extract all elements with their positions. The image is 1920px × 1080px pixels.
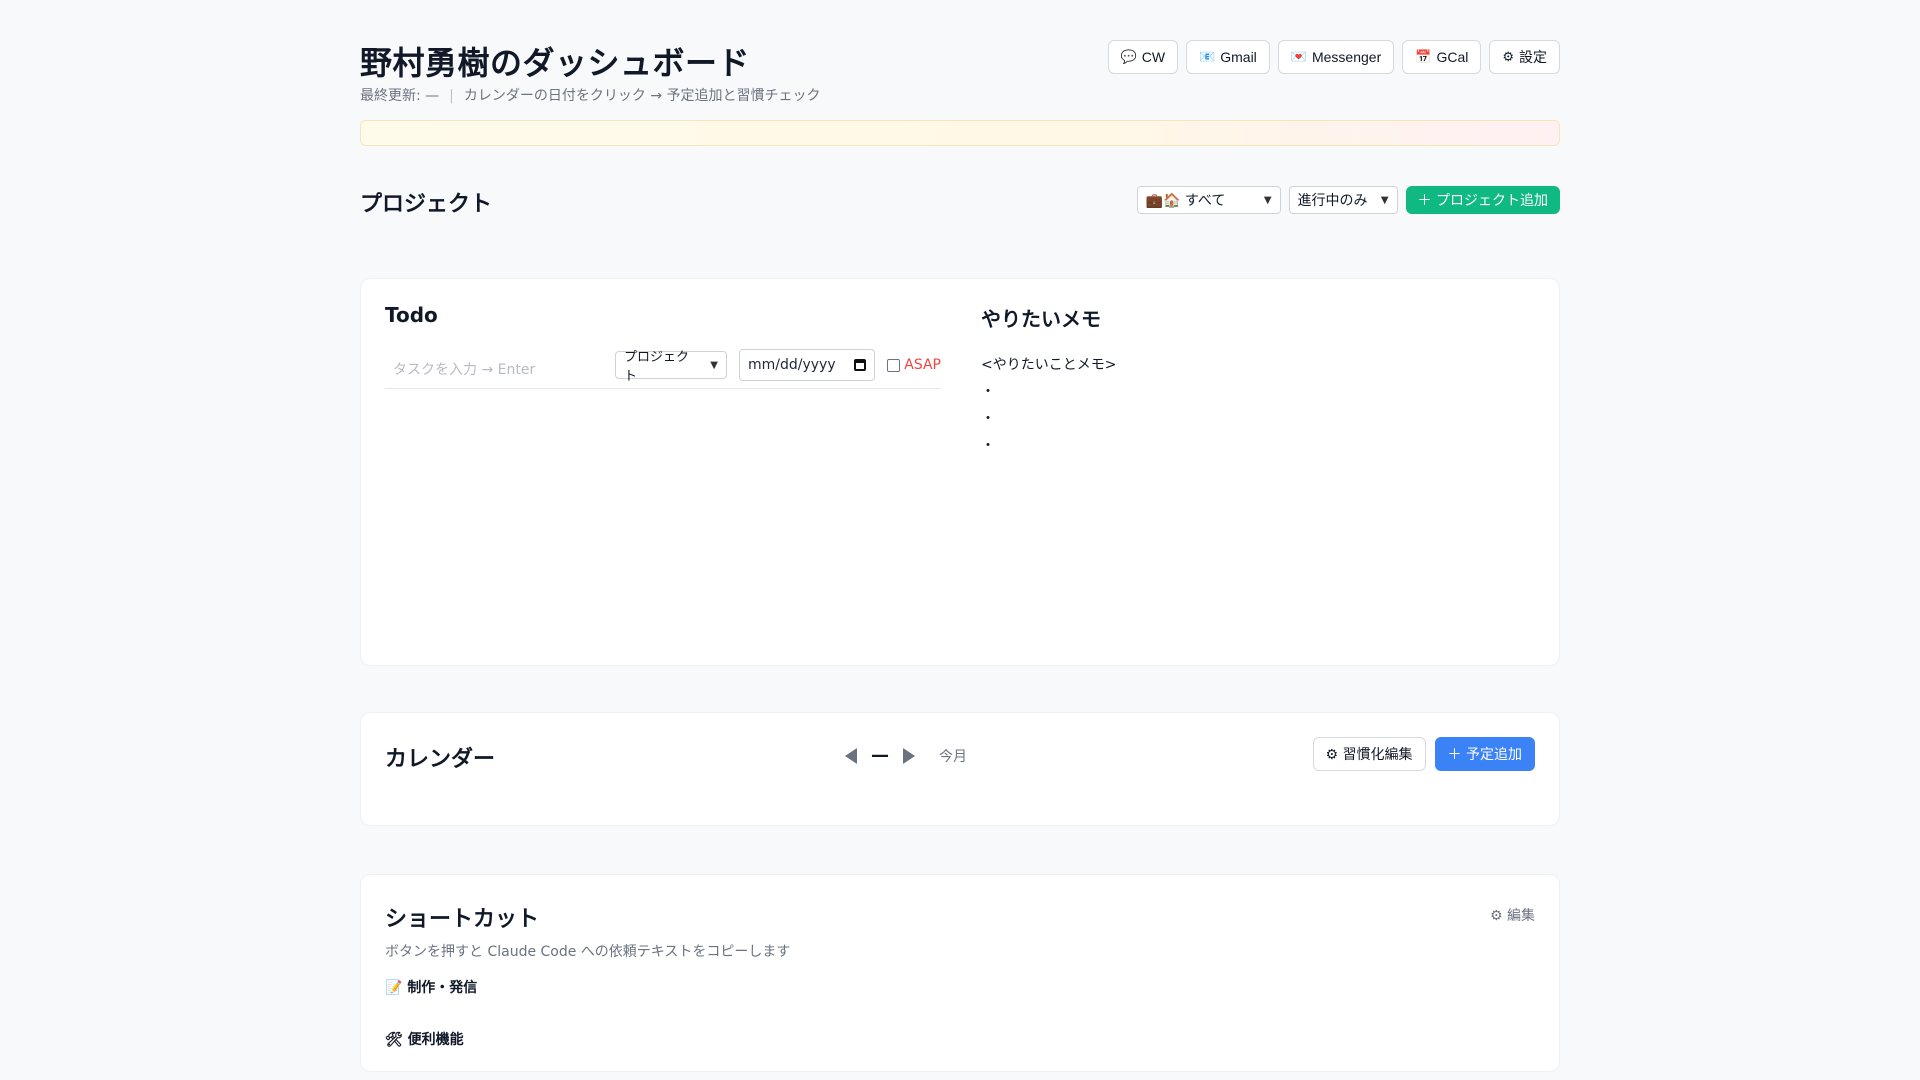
tools-icon: 🛠 xyxy=(385,1032,403,1048)
project-controls: 💼🏠 すべて ▼ 進行中のみ ▼ ＋ プロジェクト追加 xyxy=(1136,186,1560,214)
calendar-card: カレンダー — 今月 ⚙ 習慣化編集 ＋ 予定追加 xyxy=(360,712,1560,826)
messenger-label: Messenger xyxy=(1311,49,1382,65)
habit-edit-button[interactable]: ⚙ 習慣化編集 xyxy=(1312,737,1426,771)
settings-button[interactable]: ⚙ 設定 xyxy=(1489,40,1560,74)
calendar-icon: 📅 xyxy=(1415,49,1432,64)
month-label: — xyxy=(871,745,889,766)
todo-title: Todo xyxy=(385,303,438,327)
gmail-label: Gmail xyxy=(1220,49,1257,65)
memo-section: やりたいメモ <やりたいことメモ> ・ ・ ・ xyxy=(981,303,1537,460)
projects-title: プロジェクト xyxy=(360,192,493,217)
cw-label: CW xyxy=(1141,49,1166,65)
chevron-down-icon: ▼ xyxy=(1380,194,1389,206)
status-filter-value: 進行中のみ xyxy=(1297,193,1368,209)
dashboard: 野村勇樹のダッシュボード 最終更新: — | カレンダーの日付をクリック → 予定追… xyxy=(360,0,1560,1072)
calendar-actions: ⚙ 習慣化編集 ＋ 予定追加 xyxy=(1312,737,1535,771)
calendar-title: カレンダー xyxy=(385,747,496,772)
cw-button[interactable]: 💬 CW xyxy=(1107,40,1179,74)
todo-input-row: タスクを入力 → Enter プロジェクト ▼ mm/dd/yyyy ASAP xyxy=(385,349,941,389)
hint-text: カレンダーの日付をクリック → 予定追加と習慣チェック xyxy=(463,88,821,104)
asap-checkbox[interactable] xyxy=(887,358,901,372)
love-letter-icon: 💌 xyxy=(1290,49,1307,64)
add-event-button[interactable]: ＋ 予定追加 xyxy=(1434,737,1535,771)
messenger-button[interactable]: 💌 Messenger xyxy=(1277,40,1395,74)
shortcuts-edit-button[interactable]: ⚙ 編集 xyxy=(1490,905,1535,925)
shortcuts-title: ショートカット xyxy=(385,907,540,932)
subtitle: 最終更新: — | カレンダーの日付をクリック → 予定追加と習慣チェック xyxy=(360,85,821,105)
shortcuts-description: ボタンを押すと Claude Code への依頼テキストをコピーします xyxy=(385,944,791,960)
notice-bar xyxy=(360,120,1560,146)
gear-icon: ⚙ xyxy=(1502,49,1514,64)
chevron-down-icon: ▼ xyxy=(710,359,718,371)
category-filter-select[interactable]: 💼🏠 すべて ▼ xyxy=(1136,186,1281,214)
speech-bubble-icon: 💬 xyxy=(1120,49,1137,64)
category-filter-value: 💼🏠 すべて xyxy=(1145,193,1226,209)
separator: | xyxy=(449,88,454,104)
gcal-label: GCal xyxy=(1436,49,1469,65)
add-project-button[interactable]: ＋ プロジェクト追加 xyxy=(1405,186,1560,214)
last-updated: 最終更新: — xyxy=(360,88,440,104)
date-placeholder: mm/dd/yyyy xyxy=(748,357,836,373)
asap-toggle[interactable]: ASAP xyxy=(887,357,941,373)
todo-project-value: プロジェクト xyxy=(624,350,690,384)
calendar-icon[interactable] xyxy=(854,359,866,371)
top-links: 💬 CW 📧 Gmail 💌 Messenger 📅 GCal ⚙ 設定 xyxy=(1107,40,1560,74)
next-month-icon[interactable] xyxy=(903,747,915,764)
gcal-button[interactable]: 📅 GCal xyxy=(1402,40,1482,74)
prev-month-icon[interactable] xyxy=(845,747,857,764)
memo-title: やりたいメモ xyxy=(981,307,1101,331)
memo-textarea[interactable]: <やりたいことメモ> ・ ・ ・ xyxy=(981,352,1537,460)
chevron-down-icon: ▼ xyxy=(1263,194,1272,206)
email-icon: 📧 xyxy=(1199,49,1216,64)
settings-label: 設定 xyxy=(1519,49,1547,65)
status-filter-select[interactable]: 進行中のみ ▼ xyxy=(1288,186,1398,214)
shortcut-group-utilities: 🛠 便利機能 xyxy=(385,1029,464,1049)
group-label: 制作・発信 xyxy=(407,980,478,996)
shortcuts-card: ショートカット ボタンを押すと Claude Code への依頼テキストをコピー… xyxy=(360,874,1560,1072)
calendar-nav: — 今月 xyxy=(845,745,967,766)
due-date-input[interactable]: mm/dd/yyyy xyxy=(739,349,875,381)
asap-label: ASAP xyxy=(904,357,941,373)
gmail-button[interactable]: 📧 Gmail xyxy=(1186,40,1270,74)
header: 野村勇樹のダッシュボード 最終更新: — | カレンダーの日付をクリック → 予定追… xyxy=(360,0,1560,120)
projects-header: プロジェクト 💼🏠 すべて ▼ 進行中のみ ▼ ＋ プロジェクト追加 xyxy=(360,184,1560,217)
this-month-button[interactable]: 今月 xyxy=(939,746,967,766)
task-input[interactable]: タスクを入力 → Enter xyxy=(393,359,535,379)
page-title: 野村勇樹のダッシュボード xyxy=(360,44,751,82)
todo-project-select[interactable]: プロジェクト ▼ xyxy=(615,350,727,384)
shortcut-group-creation: 📝 制作・発信 xyxy=(385,977,477,997)
group-label: 便利機能 xyxy=(407,1032,464,1048)
todo-section: Todo タスクを入力 → Enter プロジェクト ▼ mm/dd/yyyy … xyxy=(385,303,941,389)
todo-memo-card: Todo タスクを入力 → Enter プロジェクト ▼ mm/dd/yyyy … xyxy=(360,278,1560,666)
memo-icon: 📝 xyxy=(385,980,403,996)
